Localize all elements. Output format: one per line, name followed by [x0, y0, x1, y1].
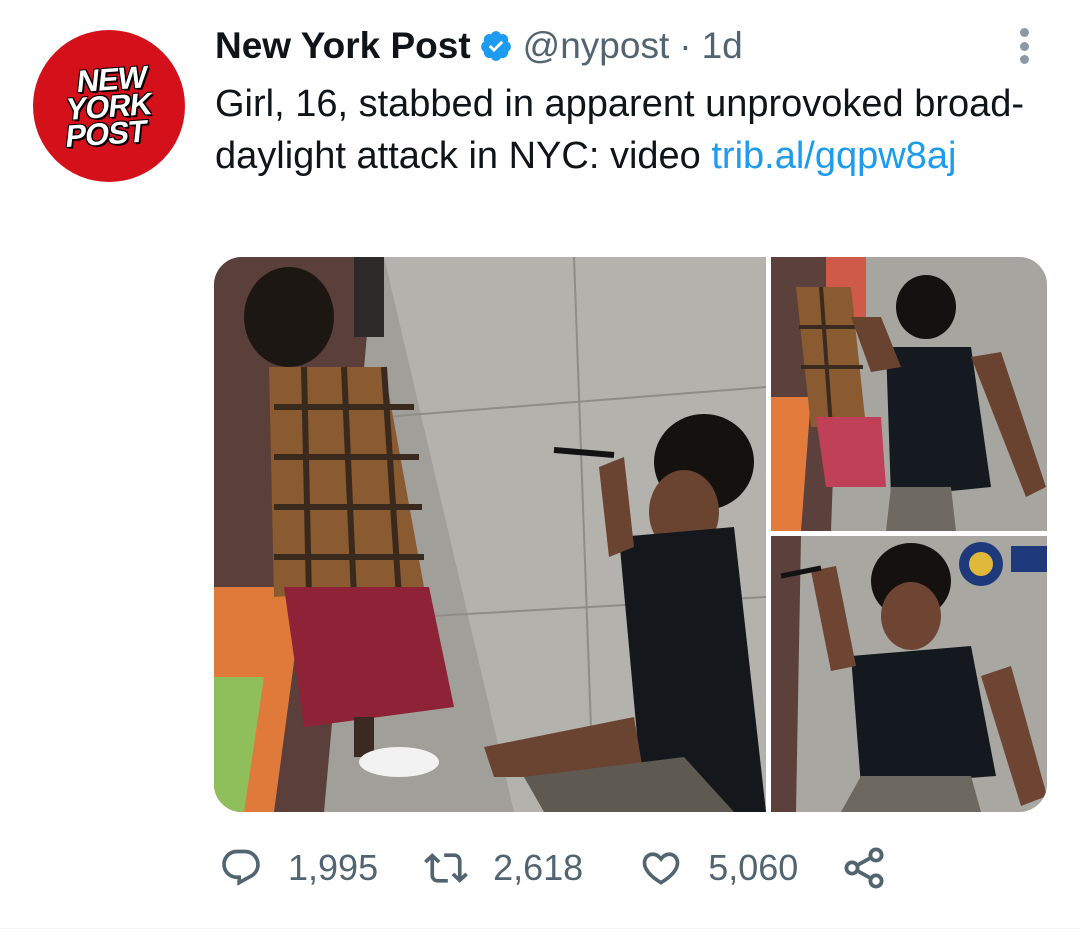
reply-icon — [222, 849, 260, 886]
author-name[interactable]: New York Post — [215, 25, 471, 67]
separator-dot: · — [679, 25, 692, 66]
secondary-image-top[interactable] — [771, 257, 1047, 531]
tweet-link[interactable]: trib.al/​gqpw8aj — [711, 135, 956, 177]
secondary-image-bottom[interactable] — [771, 536, 1047, 812]
more-options-icon[interactable] — [1010, 24, 1038, 68]
verified-badge-icon — [479, 29, 513, 63]
reply-count: 1,995 — [288, 847, 379, 888]
like-button[interactable]: 5,060 — [639, 846, 798, 890]
tweet-header: New York Post @nypost · 1d — [215, 20, 743, 72]
new-york-post-logo: NEW YORK POST — [64, 58, 154, 154]
reply-button[interactable]: 1,995 — [219, 846, 378, 890]
tweet-media — [214, 257, 1047, 812]
tweet[interactable]: NEW YORK POST New York Post @nypost · 1d… — [0, 0, 1080, 938]
tweet-actions: 1,995 2,618 5,060 — [219, 843, 888, 893]
retweet-button[interactable]: 2,618 — [424, 846, 583, 890]
divider — [0, 928, 1080, 929]
retweet-count: 2,618 — [493, 847, 584, 888]
tweet-text: Girl, 16, stabbed in apparent unprovoked… — [215, 78, 1035, 182]
share-button[interactable] — [840, 844, 888, 892]
main-image[interactable] — [214, 257, 766, 812]
author-handle[interactable]: @nypost — [523, 25, 670, 67]
retweet-icon — [424, 853, 468, 883]
share-icon — [844, 847, 884, 889]
like-count: 5,060 — [708, 847, 799, 888]
heart-icon — [642, 852, 680, 885]
tweet-time[interactable]: 1d — [702, 25, 743, 67]
avatar[interactable]: NEW YORK POST — [33, 30, 185, 182]
